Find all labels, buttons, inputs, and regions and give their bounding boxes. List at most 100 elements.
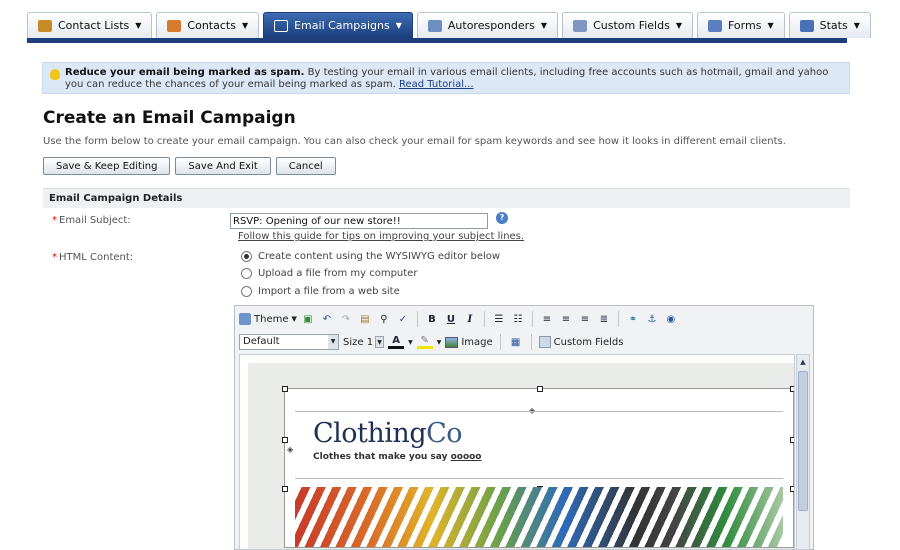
- tab-email-campaigns[interactable]: Email Campaigns ▼: [263, 12, 413, 38]
- find-icon[interactable]: ⚲: [376, 311, 392, 327]
- chevron-down-icon: ▼: [375, 336, 385, 348]
- email-header: ClothingCo Clothes that make you say ooo…: [295, 411, 783, 479]
- paperclips-photo: [295, 487, 783, 547]
- justify-icon[interactable]: ≣: [596, 311, 612, 327]
- font-size-value: Size 1: [343, 336, 374, 348]
- subject-guide-link[interactable]: Follow this guide for tips on improving …: [238, 231, 524, 242]
- editor-scrollbar[interactable]: ▲: [796, 354, 810, 550]
- chevron-down-icon[interactable]: ▼: [408, 339, 413, 346]
- align-center-icon[interactable]: ≡: [558, 311, 574, 327]
- tab-list: Contact Lists ▼ Contacts ▼ Email Campaigns ▼ A…: [27, 12, 871, 38]
- custom-fields-button[interactable]: Custom Fields: [538, 336, 624, 348]
- resize-handle[interactable]: [790, 386, 794, 392]
- preview-icon[interactable]: ▣: [300, 311, 316, 327]
- resize-handle[interactable]: [790, 437, 794, 443]
- tab-underline: [27, 38, 847, 43]
- paste-icon[interactable]: ▤: [357, 311, 373, 327]
- brand-suffix: Co: [426, 418, 463, 449]
- redo-icon[interactable]: ↷: [338, 311, 354, 327]
- email-subject-label: * Email Subject:: [52, 215, 131, 226]
- drag-handle-icon[interactable]: ◈: [287, 445, 293, 454]
- toolbar-divider: [617, 311, 619, 327]
- brand-name: Clothing: [313, 418, 427, 449]
- table-icon[interactable]: ▦: [508, 334, 524, 350]
- editor-content-area[interactable]: ◈ ◈ ClothingCo Clothes that make you say…: [239, 354, 795, 550]
- chevron-down-icon: ▼: [241, 21, 249, 30]
- radio-button[interactable]: [241, 286, 252, 297]
- save-keep-editing-button[interactable]: Save & Keep Editing: [43, 157, 171, 175]
- chevron-down-icon: ▼: [291, 315, 297, 323]
- custom-fields-icon: [573, 19, 588, 32]
- scrollbar-thumb[interactable]: [798, 371, 808, 511]
- action-buttons: Save & Keep Editing Save And Exit Cancel: [43, 157, 336, 175]
- image-button[interactable]: Image: [445, 336, 493, 348]
- resize-handle[interactable]: [282, 386, 288, 392]
- bold-icon[interactable]: B: [424, 311, 440, 327]
- align-right-icon[interactable]: ≡: [577, 311, 593, 327]
- page-description: Use the form below to create your email …: [43, 136, 786, 147]
- radio-button-selected[interactable]: [241, 251, 252, 262]
- editor-toolbar-row-1: Theme ▼ ▣ ↶ ↷ ▤ ⚲ ✓ B U I ☰ ☷ ≡ ≡ ≡ ≣ ⚭ …: [239, 309, 679, 329]
- tab-contact-lists[interactable]: Contact Lists ▼: [27, 12, 153, 38]
- toolbar-divider: [530, 334, 532, 350]
- option-upload[interactable]: Upload a file from my computer: [241, 268, 417, 279]
- tab-label: Forms: [727, 19, 762, 32]
- option-label: Create content using the WYSIWYG editor …: [258, 251, 501, 262]
- chevron-down-icon[interactable]: ▼: [437, 339, 442, 346]
- read-tutorial-link[interactable]: Read Tutorial...: [399, 79, 474, 90]
- link-icon[interactable]: ⚭: [625, 311, 641, 327]
- resize-handle[interactable]: [537, 386, 543, 392]
- text-color-icon[interactable]: A: [388, 335, 405, 349]
- underline-icon[interactable]: U: [443, 311, 459, 327]
- image-icon: [445, 336, 459, 348]
- tagline: Clothes that make you say ooooo: [313, 452, 482, 462]
- save-and-exit-button[interactable]: Save And Exit: [175, 157, 271, 175]
- tab-forms[interactable]: Forms ▼: [696, 12, 785, 38]
- option-wysiwyg[interactable]: Create content using the WYSIWYG editor …: [241, 251, 500, 262]
- brand-logo: ClothingCo: [313, 418, 463, 449]
- section-header: Email Campaign Details: [43, 188, 850, 208]
- email-subject-label-text: Email Subject:: [59, 215, 131, 226]
- tab-stats[interactable]: Stats ▼: [788, 12, 871, 38]
- email-background: ◈ ◈ ClothingCo Clothes that make you say…: [248, 363, 794, 549]
- resize-handle[interactable]: [282, 486, 288, 492]
- contacts-icon: [167, 19, 182, 32]
- email-subject-input[interactable]: [230, 213, 488, 229]
- toolbar-divider: [531, 311, 533, 327]
- tab-contacts[interactable]: Contacts ▼: [156, 12, 260, 38]
- email-template[interactable]: ◈ ◈ ClothingCo Clothes that make you say…: [282, 386, 794, 548]
- spellcheck-icon[interactable]: ✓: [395, 311, 411, 327]
- undo-icon[interactable]: ↶: [319, 311, 335, 327]
- theme-button[interactable]: Theme ▼: [239, 313, 297, 325]
- resize-handle[interactable]: [282, 437, 288, 443]
- editor-toolbar-row-2: Default ▼ Size 1 ▼ A ▼ ✎ ▼ Image ▦ Custo…: [239, 332, 623, 352]
- tagline-link: ooooo: [450, 452, 482, 462]
- font-size-select[interactable]: Size 1 ▼: [343, 336, 385, 348]
- help-icon[interactable]: ?: [496, 212, 508, 224]
- custom-fields-label: Custom Fields: [553, 336, 624, 348]
- envelope-icon: [274, 19, 289, 32]
- tab-label: Contact Lists: [58, 19, 130, 32]
- radio-button[interactable]: [241, 268, 252, 279]
- top-navigation: Contact Lists ▼ Contacts ▼ Email Campaigns ▼ A…: [0, 0, 900, 44]
- highlight-color-icon[interactable]: ✎: [416, 335, 433, 349]
- autoresponder-icon: [427, 19, 442, 32]
- italic-icon[interactable]: I: [462, 311, 478, 327]
- align-left-icon[interactable]: ≡: [539, 311, 555, 327]
- bulleted-list-icon[interactable]: ☷: [510, 311, 526, 327]
- contact-lists-icon: [38, 19, 52, 32]
- help-icon[interactable]: ◉: [663, 311, 679, 327]
- tab-custom-fields[interactable]: Custom Fields ▼: [562, 12, 693, 38]
- numbered-list-icon[interactable]: ☰: [491, 311, 507, 327]
- scroll-up-icon[interactable]: ▲: [798, 356, 808, 368]
- tab-autoresponders[interactable]: Autoresponders ▼: [416, 12, 559, 38]
- tagline-text: Clothes that make you say: [313, 452, 451, 462]
- cancel-button[interactable]: Cancel: [275, 157, 336, 175]
- font-family-select[interactable]: Default ▼: [239, 334, 339, 350]
- html-content-label: * HTML Content:: [52, 252, 133, 263]
- option-label: Import a file from a web site: [258, 286, 400, 297]
- required-marker: *: [52, 252, 57, 263]
- anchor-icon[interactable]: ⚓: [644, 311, 660, 327]
- resize-handle[interactable]: [790, 486, 794, 492]
- option-import[interactable]: Import a file from a web site: [241, 286, 400, 297]
